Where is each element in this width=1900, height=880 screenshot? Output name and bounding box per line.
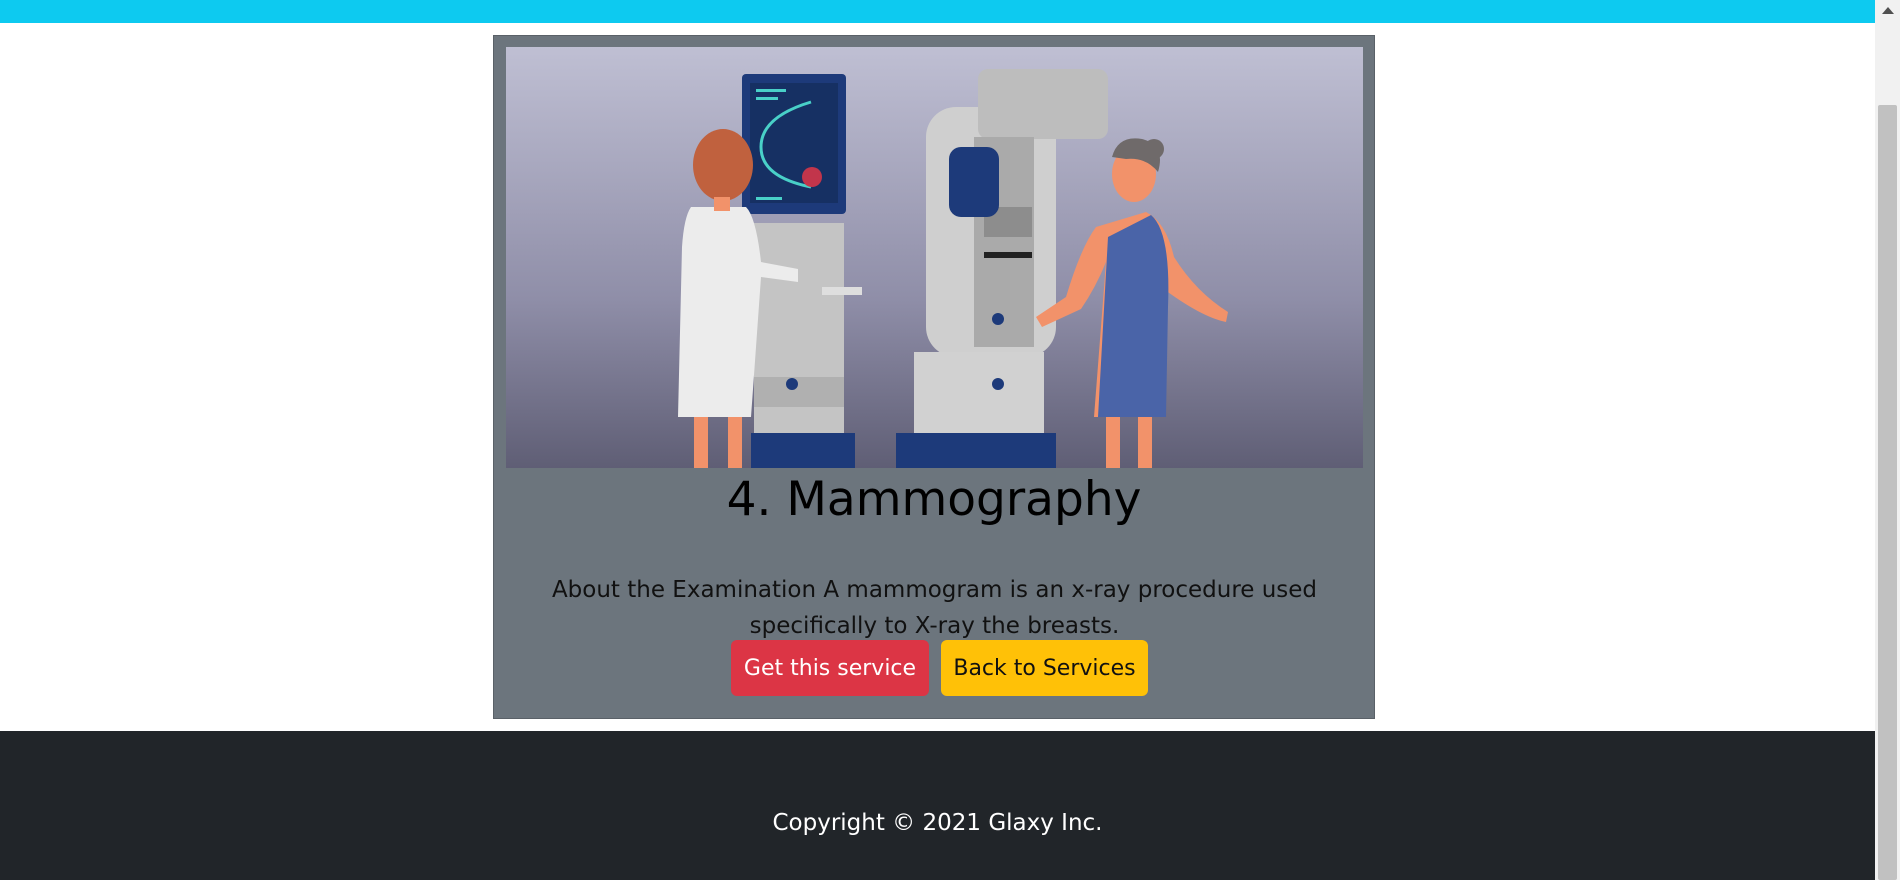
service-card: 4. Mammography About the Examination A m… [493, 35, 1375, 719]
top-navbar [0, 0, 1875, 23]
back-to-services-button[interactable]: Back to Services [941, 640, 1148, 696]
service-description: About the Examination A mammogram is an … [551, 577, 1318, 639]
chevron-up-icon[interactable] [1875, 0, 1900, 20]
get-service-button[interactable]: Get this service [731, 640, 929, 696]
footer: Copyright © 2021 Glaxy Inc. [0, 731, 1875, 880]
scrollbar-thumb[interactable] [1878, 105, 1897, 880]
service-title: 4. Mammography [726, 472, 1142, 527]
mammography-illustration [506, 47, 1363, 468]
copyright-text: Copyright © 2021 Glaxy Inc. [772, 810, 1103, 836]
vertical-scrollbar[interactable] [1875, 0, 1900, 880]
